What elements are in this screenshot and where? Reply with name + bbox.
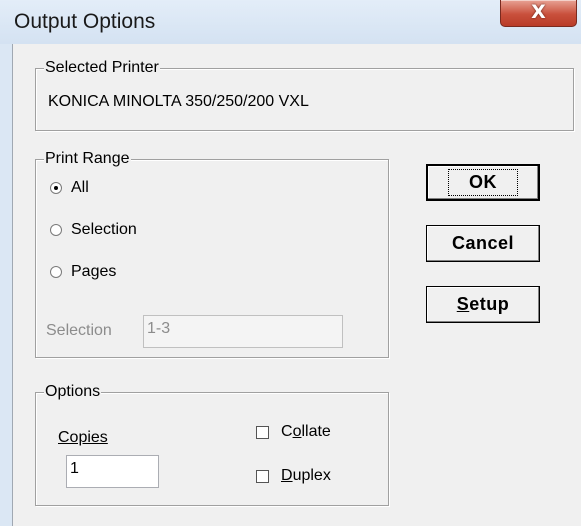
close-icon: X [531, 1, 546, 23]
radio-all-indicator[interactable] [50, 182, 62, 194]
window-title: Output Options [14, 10, 156, 33]
selected-printer-group: Selected Printer KONICA MINOLTA 350/250/… [35, 59, 574, 131]
setup-button[interactable]: Setup [426, 286, 540, 323]
cancel-button-label[interactable]: Cancel [452, 233, 514, 254]
printer-name: KONICA MINOLTA 350/250/200 VXL [48, 93, 309, 110]
collate-label[interactable]: Collate [281, 423, 331, 441]
setup-button-label[interactable]: Setup [457, 294, 510, 315]
dialog-body: Selected Printer KONICA MINOLTA 350/250/… [12, 44, 581, 526]
print-range-legend: Print Range [44, 150, 131, 168]
selection-range-input[interactable]: 1-3 [143, 315, 343, 348]
title-bar: Output Options X [0, 0, 581, 44]
cancel-button[interactable]: Cancel [426, 225, 540, 262]
ok-button-label[interactable]: OK [448, 169, 518, 196]
copies-input[interactable]: 1 [66, 455, 159, 488]
options-legend: Options [44, 383, 102, 401]
ok-button[interactable]: OK [426, 164, 540, 201]
radio-pages[interactable]: Pages [50, 261, 116, 283]
collate-checkbox-box[interactable] [256, 425, 269, 439]
radio-selection-indicator[interactable] [50, 224, 62, 236]
duplex-checkbox[interactable]: Duplex [256, 465, 331, 487]
options-group: Options Copies 1 Collate Duplex [35, 383, 389, 506]
radio-pages-indicator[interactable] [50, 266, 62, 278]
radio-selection[interactable]: Selection [50, 219, 137, 241]
close-button[interactable]: X [500, 0, 577, 27]
radio-pages-label[interactable]: Pages [71, 263, 116, 281]
selection-range-label: Selection [46, 322, 112, 339]
duplex-checkbox-box[interactable] [256, 469, 269, 483]
copies-label: Copies [58, 429, 108, 446]
radio-selection-label[interactable]: Selection [71, 221, 137, 239]
collate-checkbox[interactable]: Collate [256, 421, 331, 443]
selected-printer-legend: Selected Printer [44, 59, 160, 77]
print-range-group: Print Range All Selection Pages Selectio… [35, 150, 389, 358]
duplex-label[interactable]: Duplex [281, 467, 331, 485]
radio-all[interactable]: All [50, 177, 89, 199]
radio-all-label[interactable]: All [71, 179, 89, 197]
